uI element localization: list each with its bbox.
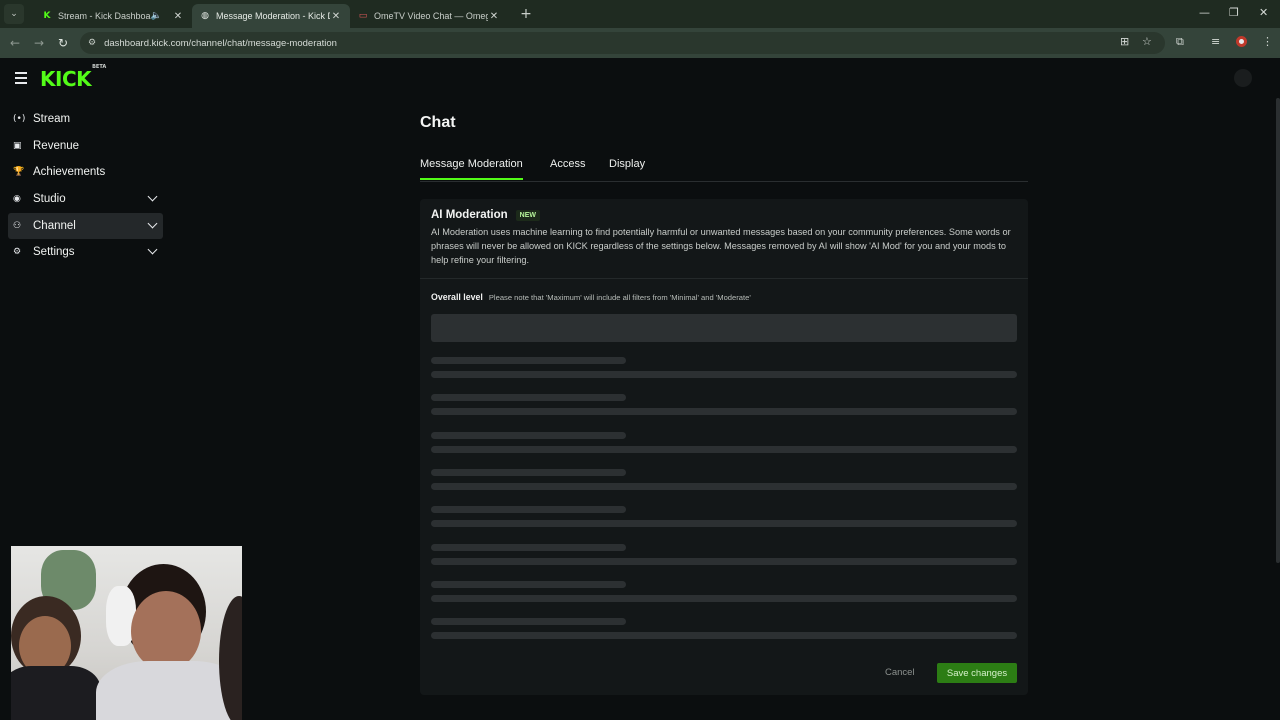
translate-icon[interactable]: ⊞ bbox=[1120, 35, 1129, 48]
overall-level-note: Please note that 'Maximum' will include … bbox=[488, 293, 751, 302]
skeleton-label bbox=[431, 468, 626, 476]
site-info-icon[interactable]: ⚙ bbox=[88, 38, 96, 48]
url-bar[interactable]: ⚙ dashboard.kick.com/channel/chat/messag… bbox=[80, 32, 1165, 54]
close-tab-icon[interactable]: ✕ bbox=[488, 11, 500, 22]
sidebar-item-stream[interactable]: (•) Stream bbox=[8, 106, 163, 132]
sidebar-item-achievements[interactable]: 🏆 Achievements bbox=[8, 159, 163, 185]
browser-tab-ometv[interactable]: ▭ OmeTV Video Chat — Omegle ✕ bbox=[350, 4, 508, 28]
globe-favicon-icon: ◍ bbox=[201, 11, 209, 21]
new-badge: NEW bbox=[515, 209, 541, 221]
ometv-favicon-icon: ▭ bbox=[358, 11, 368, 21]
tab-title: OmeTV Video Chat — Omegle bbox=[374, 11, 488, 21]
skeleton-label bbox=[431, 431, 626, 439]
chevron-down-icon[interactable] bbox=[147, 191, 158, 202]
revenue-icon: ▣ bbox=[13, 140, 22, 151]
sidebar: (•) Stream ▣ Revenue 🏆 Achievements ◉ St… bbox=[8, 106, 163, 266]
new-tab-button[interactable]: + bbox=[516, 6, 536, 22]
skeleton-bar bbox=[431, 371, 1017, 378]
close-window-button[interactable]: ✕ bbox=[1259, 6, 1268, 19]
chat-tabs: Message Moderation Access Display bbox=[420, 152, 1028, 182]
skeleton-label bbox=[431, 543, 626, 551]
profile-avatar-icon[interactable] bbox=[1236, 36, 1247, 47]
kick-favicon-icon: K bbox=[43, 11, 51, 21]
page-scrollbar[interactable] bbox=[1276, 98, 1280, 563]
sidebar-item-label: Stream bbox=[33, 113, 71, 125]
overall-level-title: Overall level bbox=[431, 292, 483, 302]
skeleton-bar bbox=[431, 520, 1017, 528]
card-header: AI Moderation NEW AI Moderation uses mac… bbox=[420, 199, 1028, 279]
back-button[interactable]: ← bbox=[3, 36, 27, 50]
sidebar-item-label: Channel bbox=[33, 219, 76, 232]
url-text[interactable]: dashboard.kick.com/channel/chat/message-… bbox=[104, 38, 337, 49]
sidebar-item-label: Revenue bbox=[33, 139, 80, 152]
sidebar-item-channel[interactable]: ⚇ Channel bbox=[8, 212, 163, 239]
sidebar-item-settings[interactable]: ⚙ Settings bbox=[8, 239, 163, 265]
sidebar-item-label: Studio bbox=[33, 193, 66, 206]
hamburger-menu-icon[interactable] bbox=[15, 72, 27, 87]
person-left-shirt bbox=[11, 666, 101, 720]
user-avatar[interactable] bbox=[1234, 69, 1252, 87]
overall-level-label: Overall level Please note that 'Maximum' … bbox=[431, 292, 751, 302]
chevron-down-icon[interactable] bbox=[147, 244, 158, 255]
sidebar-item-studio[interactable]: ◉ Studio bbox=[8, 186, 163, 212]
studio-icon: ◉ bbox=[13, 194, 21, 205]
gear-icon: ⚙ bbox=[13, 247, 22, 258]
address-toolbar: ← → ↻ ⚙ dashboard.kick.com/channel/chat/… bbox=[0, 28, 1280, 58]
tab-display[interactable]: Display bbox=[609, 158, 645, 178]
sidebar-item-revenue[interactable]: ▣ Revenue bbox=[8, 133, 163, 159]
card-title: AI Moderation NEW bbox=[431, 209, 1017, 221]
skeleton-bar bbox=[431, 408, 1017, 416]
tab-title: Stream - Kick Dashboard bbox=[58, 11, 151, 21]
skeleton-label bbox=[431, 506, 626, 514]
skeleton-bar bbox=[431, 445, 1017, 453]
person-right-edge bbox=[219, 596, 242, 720]
skeleton-label bbox=[431, 394, 626, 402]
bookmark-star-icon[interactable]: ☆ bbox=[1142, 35, 1152, 48]
sidebar-item-label: Achievements bbox=[33, 166, 106, 179]
card-description: AI Moderation uses machine learning to f… bbox=[431, 227, 1011, 265]
skeleton-bar bbox=[431, 482, 1017, 490]
channel-icon: ⚇ bbox=[13, 220, 22, 231]
forward-button[interactable]: → bbox=[27, 36, 51, 50]
ai-moderation-card: AI Moderation NEW AI Moderation uses mac… bbox=[420, 199, 1028, 695]
skeleton-bar bbox=[431, 594, 1017, 602]
tab-title: Message Moderation - Kick Das bbox=[216, 11, 330, 21]
speaker-icon[interactable]: 🔈 bbox=[151, 11, 162, 21]
person-center-face bbox=[131, 591, 201, 671]
browser-tab-bar: ⌄ K Stream - Kick Dashboard 🔈 ✕ ◍ Messag… bbox=[0, 0, 1280, 28]
webcam-overlay bbox=[11, 546, 242, 720]
skeleton-bar bbox=[431, 632, 1017, 640]
skeleton-bar bbox=[431, 557, 1017, 565]
tab-access[interactable]: Access bbox=[550, 158, 585, 178]
reload-button[interactable]: ↻ bbox=[51, 36, 75, 50]
minimize-button[interactable]: — bbox=[1199, 6, 1210, 19]
kick-logo[interactable]: KICKBETA bbox=[40, 64, 106, 91]
trophy-icon: 🏆 bbox=[13, 167, 25, 178]
sidebar-item-label: Settings bbox=[33, 246, 75, 259]
broadcast-icon: (•) bbox=[13, 114, 26, 124]
page-title: Chat bbox=[420, 114, 456, 131]
skeleton-label bbox=[431, 618, 626, 626]
tab-search-button[interactable]: ⌄ bbox=[4, 4, 24, 24]
restore-button[interactable]: ❐ bbox=[1229, 6, 1239, 19]
browser-menu-icon[interactable]: ⋮ bbox=[1262, 35, 1273, 48]
browser-tab-message-moderation[interactable]: ◍ Message Moderation - Kick Das ✕ bbox=[192, 4, 350, 28]
cancel-button[interactable]: Cancel bbox=[885, 667, 915, 678]
save-changes-button[interactable]: Save changes bbox=[937, 663, 1017, 683]
chevron-down-icon[interactable] bbox=[147, 218, 158, 229]
skeleton-label bbox=[431, 357, 626, 364]
media-controls-icon[interactable]: ≡ bbox=[1211, 35, 1220, 48]
skeleton-label bbox=[431, 580, 626, 588]
browser-tab-stream[interactable]: K Stream - Kick Dashboard 🔈 ✕ bbox=[34, 4, 192, 28]
close-tab-icon[interactable]: ✕ bbox=[172, 11, 184, 22]
tab-message-moderation[interactable]: Message Moderation bbox=[420, 158, 523, 180]
close-tab-icon[interactable]: ✕ bbox=[330, 11, 342, 22]
loading-skeleton-selector bbox=[431, 314, 1017, 342]
card-title-text: AI Moderation bbox=[431, 209, 508, 221]
extensions-icon[interactable]: ⧉ bbox=[1176, 35, 1184, 49]
